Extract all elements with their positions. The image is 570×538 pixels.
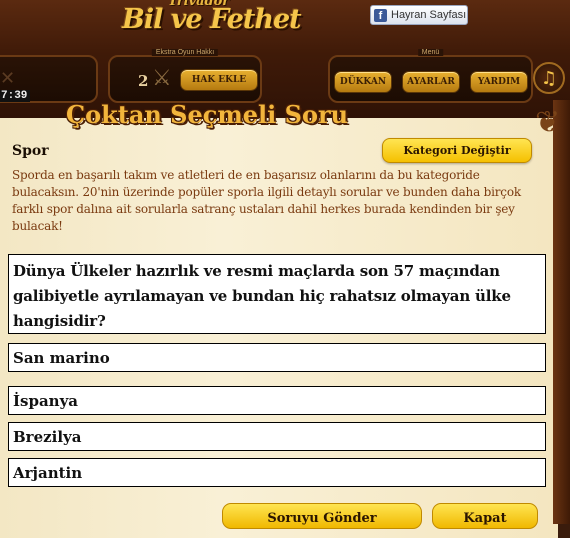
help-button[interactable]: YARDIM — [470, 71, 528, 93]
facebook-icon: f — [374, 8, 387, 22]
category-name: Spor — [12, 143, 49, 159]
shop-button[interactable]: DÜKKAN — [334, 71, 392, 93]
question-text: Dünya Ülkeler hazırlık ve resmi maçlarda… — [8, 254, 546, 334]
dialog-title: Çoktan Seçmeli Soru — [66, 100, 349, 129]
answer-option-3[interactable]: Brezilya — [8, 422, 546, 451]
change-category-button[interactable]: Kategori Değiştir — [382, 138, 532, 163]
music-toggle-button[interactable]: ♫ — [533, 62, 565, 94]
sword-icon: ⚔ — [152, 66, 172, 91]
submit-question-button[interactable]: Soruyu Gönder — [222, 503, 422, 529]
corner-ornament-icon: ❦ — [535, 105, 561, 140]
settings-button[interactable]: AYARLAR — [402, 71, 460, 93]
dialog-right-frame — [553, 100, 570, 524]
close-button[interactable]: Kapat — [432, 503, 538, 529]
answer-option-4[interactable]: Arjantin — [8, 458, 546, 487]
game-timer: 7:39 — [0, 90, 31, 102]
category-description: Sporda en başarılı takım ve atletleri de… — [12, 168, 521, 233]
crossed-swords-icon: ✕ — [0, 68, 16, 89]
facebook-fan-page-button[interactable]: f Hayran Sayfası — [370, 5, 468, 25]
answer-option-2[interactable]: İspanya — [8, 386, 546, 415]
extra-play-count: 2 — [138, 72, 149, 90]
game-logo: Bil ve Fethet — [122, 4, 302, 35]
music-note-icon: ♫ — [540, 67, 558, 89]
menu-panel-title: Menü — [417, 49, 444, 56]
extra-play-title: Ekstra Oyun Hakkı — [151, 49, 219, 56]
facebook-button-label: Hayran Sayfası — [391, 9, 467, 21]
add-right-button[interactable]: HAK EKLE — [180, 69, 258, 91]
answer-option-1[interactable]: San marino — [8, 343, 546, 372]
